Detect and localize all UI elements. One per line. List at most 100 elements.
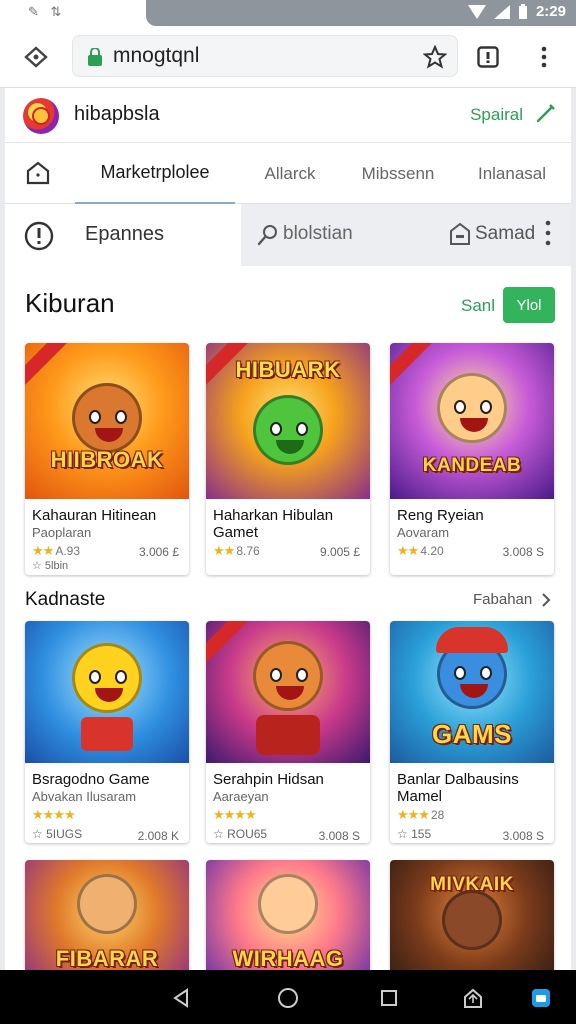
game-thumbnail: HIIBROAK [25,343,189,499]
alert-circle-icon [24,221,54,251]
section-header-kiburan: Kiburan Sanl Ylol [5,266,571,342]
more-link[interactable]: Fabahan [473,591,532,608]
wifi-icon [467,4,486,19]
tab-bar: Marketrplolee Allarck Mibssenn Inlanasal [5,142,571,205]
home-icon[interactable] [275,985,301,1011]
tab-mibssenn[interactable]: Mibssenn [343,143,453,205]
more-vertical-icon[interactable] [545,220,551,246]
overflow-menu-icon[interactable] [530,43,558,71]
game-category: Aaraeyan [213,789,269,804]
game-name: Serahpin Hidsan [213,771,324,788]
filter-bar: Epannes blolstian Samad [5,204,571,266]
game-card[interactable]: Bsragodno Game Abvakan Ilusaram ★★★★ ☆ 5… [25,621,189,843]
rating-stars: ★★ [397,543,419,558]
game-category: Aovaram [397,525,450,540]
lock-icon [88,48,102,66]
thumbnail-title: GAMS [432,719,512,749]
tabs-switcher-icon[interactable] [474,43,502,71]
tab-inlanasal[interactable]: Inlanasal [453,143,571,205]
bookmark-star-icon[interactable] [423,45,447,69]
game-category: Paoplaran [32,525,92,540]
battery-icon [518,3,527,19]
section-header-kadnaste: Kadnaste Fabahan [5,582,571,616]
search-area: blolstian Samad [241,204,571,266]
rating-stars: ★★★ [397,807,430,822]
game-card[interactable]: FIBARAR [25,860,189,970]
tab-marketplace[interactable]: Marketrplolee [75,143,235,205]
game-category: Gamet [213,524,259,541]
store-icon[interactable] [25,160,51,186]
url-bar[interactable]: mnogtqnl [72,35,458,77]
app-title: hibapbsla [74,103,160,125]
rating-value: A.93 [55,544,80,558]
back-icon[interactable] [168,985,194,1011]
game-card[interactable]: HIBUARK Haharkan Hibulan Gamet ★★ 8.76 9.… [206,343,370,575]
game-extra: ☆ 155 [397,827,432,841]
share-icon[interactable] [460,985,486,1011]
recents-icon[interactable] [376,985,402,1011]
game-thumbnail: GAMS [390,621,554,763]
game-card[interactable]: WIRHAAG [206,860,370,970]
edit-icon[interactable] [535,102,557,124]
tab-allarck[interactable]: Allarck [237,143,343,205]
game-price: 9.005 £ [319,545,360,559]
header-link[interactable]: Spairal [470,105,523,125]
thumbnail-title: KANDEAB [422,455,522,476]
game-price: 3.008 S [502,545,544,559]
game-card[interactable]: HIIBROAK Kahauran Hitinean Paoplaran ★★ A… [25,343,189,575]
game-extra: ☆ 5IUGS [32,827,83,841]
status-bar-right: 2:29 [146,0,576,26]
search-icon[interactable] [257,224,279,246]
search-input[interactable]: blolstian [283,223,353,245]
game-card[interactable]: MIVKAIK [390,860,554,970]
system-nav-bar [0,970,576,1024]
game-thumbnail [25,621,189,763]
game-price: 3.008 S [318,829,360,843]
chevron-right-icon[interactable] [541,592,551,608]
game-card[interactable]: Serahpin Hidsan Aaraeyan ★★★★ ☆ ROU65 3.0… [206,621,370,843]
rating-stars: ★★ [213,543,235,558]
rating-value: 4.20 [420,544,444,558]
section-title: Kiburan [25,288,115,318]
game-price: 2.008 K [137,829,179,843]
save-bag-icon [450,222,470,245]
view-button[interactable]: Ylol [503,287,555,323]
save-button[interactable]: Samad [475,223,535,245]
section-title: Kadnaste [25,589,106,610]
game-name: Kahauran Hitinean [32,507,157,524]
thumbnail-title: FIBARAR [55,946,159,970]
app-header: hibapbsla Spairal [5,88,571,142]
game-thumbnail: KANDEAB [390,343,554,499]
game-name: Banlar Dalbausins [397,771,519,788]
status-bar: ✎ ⇅ 2:29 [0,0,576,26]
game-name: Reng Ryeian [397,507,484,524]
game-thumbnail [206,621,370,763]
game-name: Haharkan Hibulan [213,507,334,524]
browser-toolbar: mnogtqnl [0,26,576,88]
thumbnail-title: HIIBROAK [50,447,164,472]
status-left-icons: ✎ ⇅ [28,4,66,19]
game-price: 3.006 £ [138,545,179,559]
app-logo [23,98,59,134]
status-time: 2:29 [535,3,566,20]
assistant-icon[interactable] [528,985,554,1011]
thumbnail-title: HIBUARK [235,357,341,382]
game-card[interactable]: KANDEAB Reng Ryeian Aovaram ★★ 4.20 3.008… [390,343,554,575]
browser-home-icon[interactable] [22,43,50,71]
filter-label: Epannes [85,223,164,245]
app-page: hibapbsla Spairal Marketrplolee Allarck … [5,88,571,970]
thumbnail-title: WIRHAAG [232,946,344,970]
game-category: Mamel [397,788,443,805]
rating-value: 8.76 [236,544,260,558]
see-all-link[interactable]: Sanl [461,296,495,316]
game-name: Bsragodno Game [32,771,150,788]
game-thumbnail: WIRHAAG [206,860,370,970]
rating-stars: ★★★★ [213,807,257,822]
game-card[interactable]: GAMS Banlar Dalbausins Mamel ★★★ 28 ☆ 155… [390,621,554,843]
url-text: mnogtqnl [113,44,200,67]
game-thumbnail: HIBUARK [206,343,370,499]
signal-icon [493,4,510,19]
rating-stars: ★★★★ [32,807,76,822]
thumbnail-title: MIVKAIK [430,874,514,895]
filter-dropdown[interactable]: Epannes [5,204,241,266]
